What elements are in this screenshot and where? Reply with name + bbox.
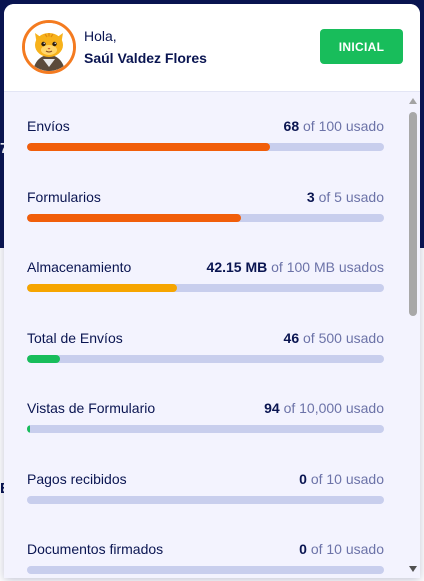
- usage-progress-fill: [27, 213, 242, 222]
- usage-count: 94 of 10,000 usado: [264, 400, 384, 416]
- usage-count-of: of: [310, 541, 323, 557]
- popover-header: Hola, Saúl Valdez Flores INICIAL: [4, 4, 420, 92]
- usage-progress-bar: [27, 284, 384, 292]
- plan-badge-button[interactable]: INICIAL: [320, 29, 403, 64]
- user-name: Saúl Valdez Flores: [84, 50, 207, 66]
- usage-progress-bar: [27, 213, 384, 222]
- usage-progress-fill: [27, 284, 178, 292]
- usage-item: Documentos firmados 0 of 10 usado: [27, 515, 384, 578]
- usage-item: Pagos recibidos 0 of 10 usado: [27, 445, 384, 516]
- usage-count-of: of: [318, 188, 331, 205]
- usage-count-of: of: [310, 470, 323, 487]
- usage-count-limit: 100 MB usados: [286, 259, 384, 275]
- usage-count-limit: 10 usado: [326, 541, 384, 557]
- usage-count-limit: 10,000 usado: [299, 400, 384, 416]
- usage-count: 42.15 MB of 100 MB usados: [207, 259, 384, 275]
- usage-count-limit: 500 usado: [318, 329, 384, 346]
- scroll-up-arrow-icon[interactable]: [409, 98, 417, 104]
- usage-progress-fill: [27, 425, 31, 433]
- usage-count: 0 of 10 usado: [299, 541, 384, 557]
- usage-count-of: of: [303, 118, 315, 134]
- usage-progress-bar: [27, 143, 384, 151]
- usage-progress-fill: [27, 143, 270, 151]
- usage-progress-bar: [27, 495, 384, 504]
- usage-count: 46 of 500 usado: [284, 330, 384, 346]
- usage-progress-fill: [27, 354, 60, 363]
- usage-count-of: of: [303, 329, 315, 346]
- usage-progress-bar: [27, 566, 384, 574]
- usage-count-value: 0: [299, 541, 307, 557]
- greeting-text: Hola,: [84, 28, 117, 44]
- usage-list: Envíos 68 of 100 usado Formularios 3 of …: [27, 92, 384, 578]
- usage-label: Almacenamiento: [27, 259, 132, 275]
- usage-item: Envíos 68 of 100 usado: [27, 92, 384, 163]
- usage-item: Almacenamiento 42.15 MB of 100 MB usados: [27, 233, 384, 304]
- usage-label: Vistas de Formulario: [27, 400, 156, 416]
- usage-count: 68 of 100 usado: [284, 118, 384, 134]
- scroll-down-arrow-icon[interactable]: [409, 566, 417, 572]
- usage-count-value: 42.15 MB: [206, 259, 268, 275]
- usage-count-of: of: [283, 400, 296, 416]
- scrollbar[interactable]: [406, 92, 420, 578]
- usage-label: Total de Envíos: [27, 329, 123, 346]
- account-usage-popover: Hola, Saúl Valdez Flores INICIAL Envíos …: [4, 4, 420, 578]
- usage-count-limit: 5 usado: [334, 188, 384, 205]
- usage-item: Total de Envíos 46 of 500 usado: [27, 304, 384, 375]
- usage-count-of: of: [271, 259, 283, 275]
- usage-progress-bar: [27, 354, 384, 363]
- usage-label: Pagos recibidos: [27, 470, 127, 487]
- cat-avatar-icon: [25, 23, 73, 71]
- avatar[interactable]: [22, 20, 76, 74]
- usage-count: 3 of 5 usado: [307, 189, 384, 205]
- usage-count-limit: 10 usado: [326, 470, 384, 487]
- usage-label: Documentos firmados: [27, 541, 164, 557]
- usage-count-limit: 100 usado: [318, 118, 384, 134]
- usage-label: Formularios: [27, 188, 101, 205]
- scrollbar-thumb[interactable]: [409, 112, 417, 316]
- usage-count-value: 94: [264, 400, 280, 416]
- usage-label: Envíos: [27, 118, 70, 134]
- usage-item: Formularios 3 of 5 usado: [27, 163, 384, 234]
- usage-progress-bar: [27, 425, 384, 433]
- usage-count-value: 3: [306, 188, 315, 205]
- usage-item: Vistas de Formulario 94 of 10,000 usado: [27, 374, 384, 445]
- usage-count: 0 of 10 usado: [299, 471, 384, 487]
- usage-count-value: 68: [283, 118, 300, 134]
- usage-count-value: 0: [299, 470, 307, 487]
- usage-count-value: 46: [283, 329, 300, 346]
- plan-button-label: INICIAL: [338, 39, 385, 54]
